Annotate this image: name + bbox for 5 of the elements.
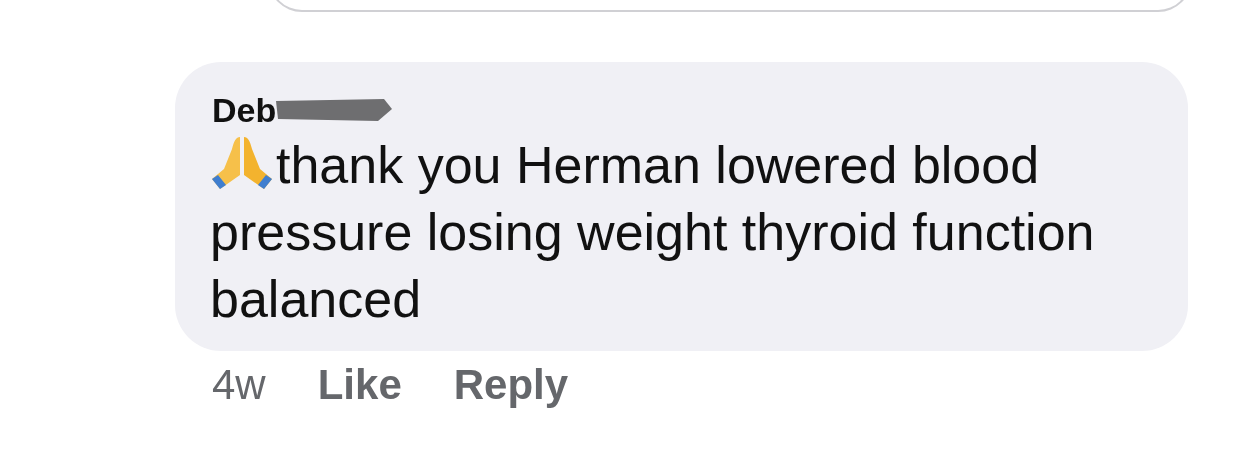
author-name[interactable]: Deb	[212, 90, 277, 130]
comment-time: 4w	[212, 361, 266, 409]
comment-text: thank you Herman lowered blood pressure losing weight thyroid function balanced	[210, 132, 1160, 333]
comment-action-link[interactable]: Reply	[453, 361, 569, 409]
comment-action-link[interactable]: Like	[317, 361, 402, 409]
